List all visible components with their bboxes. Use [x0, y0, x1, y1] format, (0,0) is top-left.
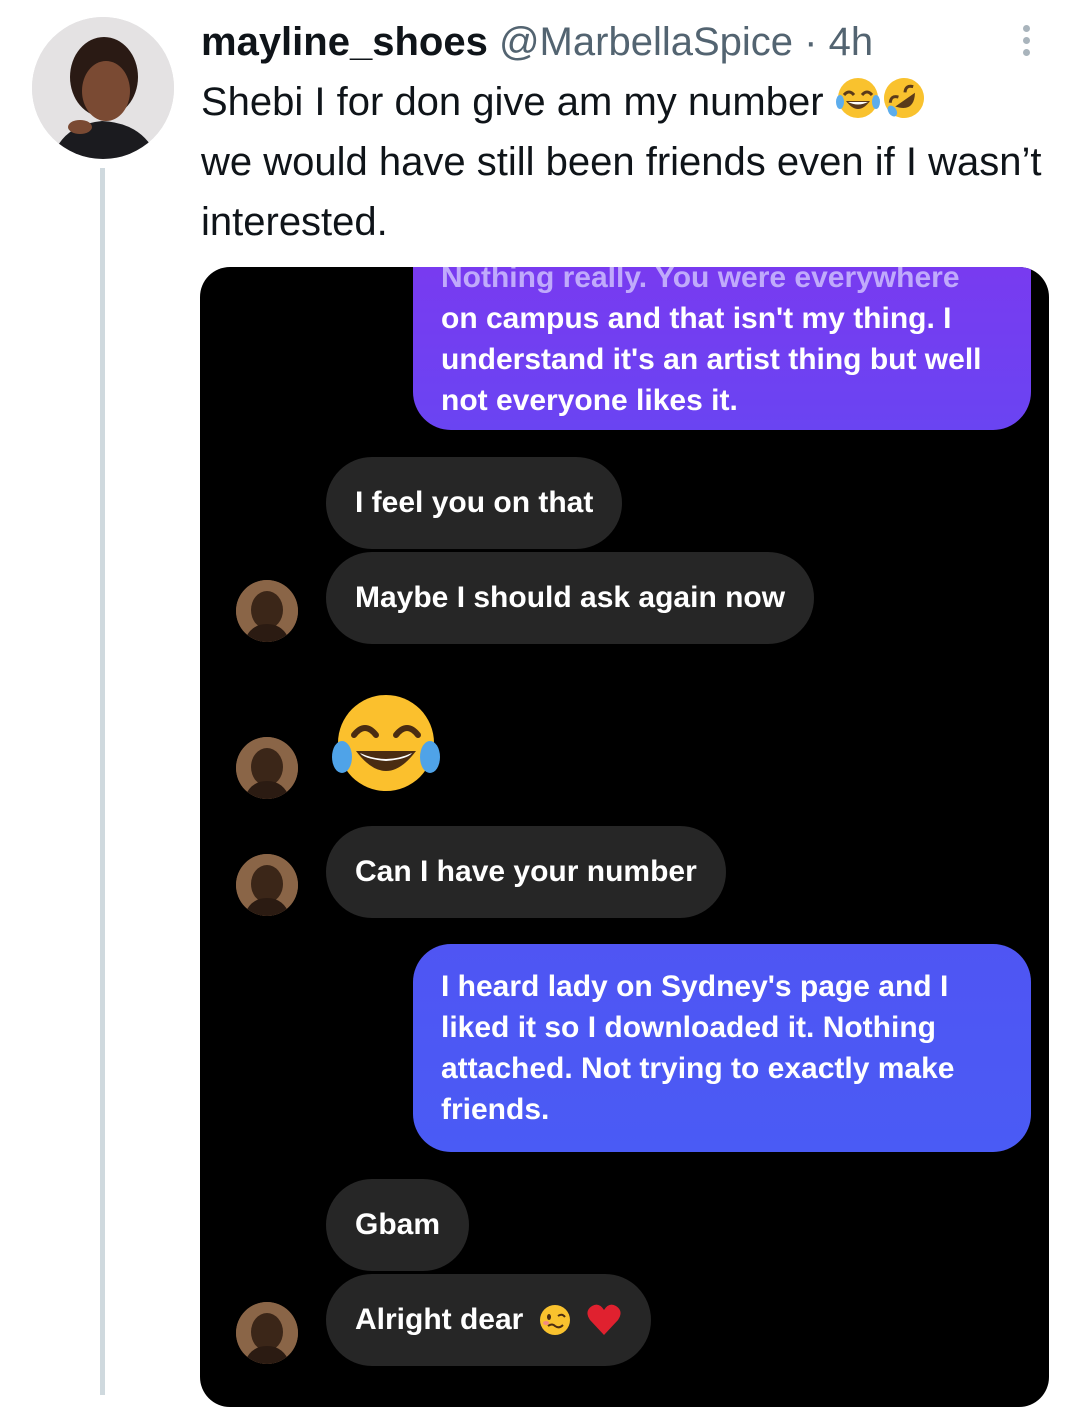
incoming-message: Alright dear [326, 1274, 652, 1366]
message-text-partial: Nothing really. You were everywhere [441, 267, 960, 294]
sender-avatar [236, 737, 298, 799]
message-text: Can I have your number [355, 855, 697, 888]
sender-avatar [236, 580, 298, 642]
incoming-message: I feel you on that [326, 457, 623, 549]
message-text: Maybe I should ask again now [355, 581, 786, 614]
incoming-message: Maybe I should ask again now [326, 552, 815, 644]
sender-avatar [236, 1302, 298, 1364]
tweet-time[interactable]: 4h [829, 20, 874, 64]
tweet-text: Shebi I for don give am my number we wou… [201, 72, 1051, 252]
separator-dot: · [804, 20, 818, 64]
rofl-emoji [883, 78, 924, 118]
message-text: I heard lady on Sydney's page and I like… [441, 970, 955, 1126]
display-name[interactable]: mayline_shoes [201, 20, 488, 64]
outgoing-message: Nothing really. You were everywhere on c… [413, 267, 1031, 430]
incoming-message: Can I have your number [326, 826, 726, 918]
joy-emoji [332, 695, 440, 791]
joy-emoji [835, 78, 880, 118]
message-text: Gbam [355, 1208, 441, 1241]
tweet-text-line1: Shebi I for don give am my number [201, 80, 824, 124]
outgoing-message: I heard lady on Sydney's page and I like… [413, 944, 1031, 1152]
incoming-message: Gbam [326, 1179, 470, 1271]
woozy-face-emoji [539, 1305, 570, 1335]
thread-line [100, 168, 105, 1395]
sender-avatar [236, 854, 298, 916]
author-avatar[interactable] [32, 17, 174, 159]
message-text: I feel you on that [355, 486, 594, 519]
user-handle[interactable]: @MarbellaSpice [499, 20, 793, 64]
red-heart-emoji [587, 1304, 621, 1335]
message-text: Alright dear [355, 1303, 524, 1336]
message-text: on campus and that isn't my thing. I und… [441, 302, 982, 417]
tweet-header: mayline_shoes @MarbellaSpice · 4h [201, 14, 873, 70]
attached-image[interactable]: Nothing really. You were everywhere on c… [200, 267, 1049, 1407]
more-vertical-icon[interactable] [1008, 20, 1044, 60]
tweet-text-rest: we would have still been friends even if… [201, 140, 1042, 244]
